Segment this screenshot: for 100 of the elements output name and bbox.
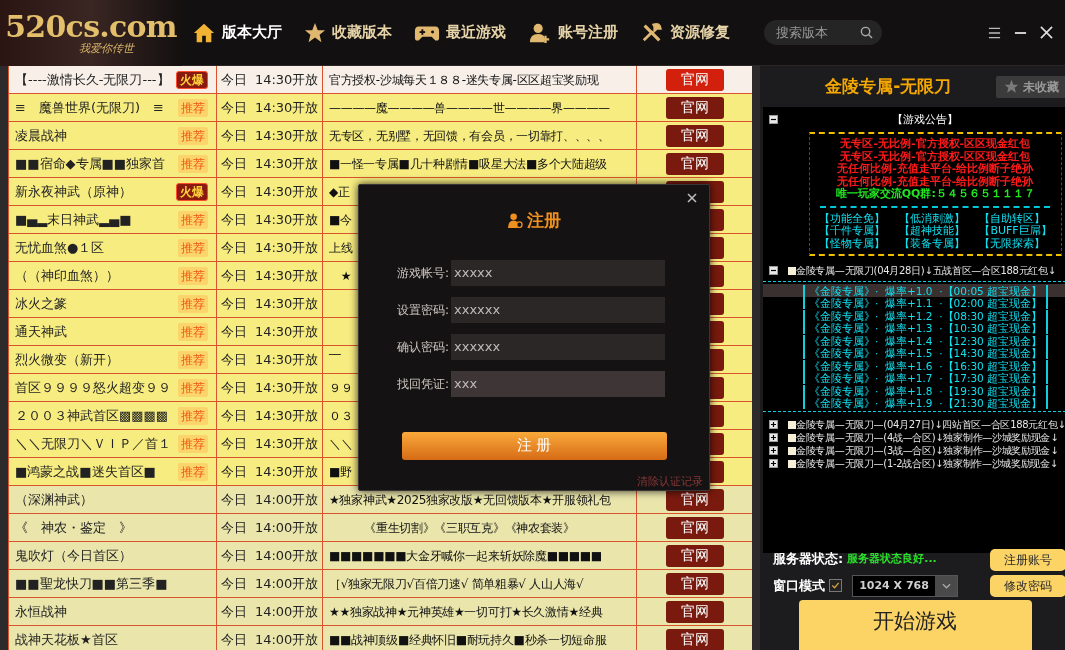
server-name: 战神天花板★首区 bbox=[15, 630, 118, 649]
expand-icon[interactable] bbox=[769, 459, 778, 469]
server-name: 永恒战神 bbox=[15, 602, 67, 621]
notice-item[interactable]: 金陵专属—无限刀—(1-2战合区)↓独家制作—沙城奖励现金↓ bbox=[796, 457, 1058, 471]
menu-icon[interactable] bbox=[988, 26, 1001, 39]
open-time: 今日 14:30开放 bbox=[220, 406, 319, 425]
recommend-badge: 推荐 bbox=[178, 127, 208, 145]
check-icon bbox=[831, 581, 840, 591]
open-time: 今日 14:30开放 bbox=[220, 266, 319, 285]
server-description: ★独家神武★2025独家改版★无回馈版本★开服领礼包 bbox=[329, 491, 611, 509]
recommend-badge: 推荐 bbox=[178, 99, 208, 117]
input-field[interactable]: xxxxx bbox=[451, 259, 665, 286]
schedule-row[interactable]: 《金陵专属》· 爆率+1.9 ·【21:30 超宝现金】 bbox=[763, 396, 1065, 410]
nav-tab[interactable]: 账号注册 bbox=[528, 14, 618, 51]
input-field[interactable]: xxxxxx bbox=[451, 296, 665, 323]
server-name: 鬼吹灯（今日首区） bbox=[15, 546, 132, 565]
field-label: 找回凭证: bbox=[395, 375, 449, 393]
recommend-badge: 推荐 bbox=[178, 463, 208, 481]
server-description: ————魔————兽————世————界———— bbox=[329, 99, 610, 117]
recommend-badge: 推荐 bbox=[178, 295, 208, 313]
window-mode-checkbox[interactable] bbox=[829, 579, 842, 593]
game-title: 金陵专属-无限刀 bbox=[824, 74, 953, 98]
search-field[interactable]: 搜索版本 bbox=[764, 20, 882, 45]
notice-item[interactable]: 金陵专属—无限刀—(3战—合区)↓独家制作—沙城奖励现金↓ bbox=[796, 444, 1059, 458]
website-button[interactable]: 官网 bbox=[666, 516, 724, 539]
nav-tab[interactable]: 资源修复 bbox=[640, 14, 730, 51]
minimize-icon[interactable] bbox=[1014, 30, 1027, 35]
website-button[interactable]: 官网 bbox=[666, 152, 724, 175]
server-description: ［√独家无限刀√百倍刀速√ 简单粗暴√ 人山人海√ bbox=[329, 575, 584, 593]
schedule-row[interactable]: 《金陵专属》· 爆率+1.2 ·【08:30 超宝现金】 bbox=[763, 309, 1065, 322]
feature-tag: 【超神技能】 bbox=[899, 225, 972, 238]
resolution-select[interactable]: 1024 X 768 bbox=[852, 574, 958, 597]
server-description: ‾‾ bbox=[329, 351, 341, 369]
website-button[interactable]: 官网 bbox=[666, 572, 724, 595]
favorite-button[interactable]: 未收藏 bbox=[995, 75, 1065, 98]
recommend-badge: 推荐 bbox=[178, 379, 208, 397]
website-button[interactable]: 官网 bbox=[666, 600, 724, 623]
server-name: ■▄▂末日神武▂▄■ bbox=[15, 210, 132, 229]
server-name: 无忧血煞●１区 bbox=[15, 238, 105, 257]
nav-tab[interactable]: 最近游戏 bbox=[414, 14, 506, 51]
schedule-row[interactable]: 《金陵专属》· 爆率+1.7 ·【17:30 超宝现金】 bbox=[763, 371, 1065, 385]
notice-item[interactable]: 金陵专属—无限刀—(04月27日)↓四站首区—合区188元红包↓ bbox=[796, 418, 1065, 432]
feature-tag: 【低消刺激】 bbox=[899, 212, 972, 226]
website-button[interactable]: 官网 bbox=[666, 68, 724, 91]
account-button[interactable]: 注册账号 bbox=[989, 549, 1065, 571]
announcement-line: 唯一玩家交流QQ群:５４５６５１１１７ bbox=[835, 188, 1035, 201]
square-marker bbox=[788, 446, 796, 455]
website-button[interactable]: 官网 bbox=[666, 544, 724, 567]
feature-tag: 【无限探索】 bbox=[979, 237, 1052, 251]
input-field[interactable]: xxx bbox=[451, 370, 665, 397]
website-button[interactable]: 官网 bbox=[666, 96, 724, 119]
notice-item[interactable]: 金陵专属—无限刀—(4战—合区)↓独家制作—沙城奖励现金↓ bbox=[796, 431, 1059, 445]
nav-tab[interactable]: 版本大厅 bbox=[192, 14, 282, 51]
open-time: 今日 14:00开放 bbox=[220, 518, 319, 537]
open-time: 今日 14:30开放 bbox=[220, 182, 319, 201]
nav-tab[interactable]: 收藏版本 bbox=[304, 14, 392, 51]
website-button[interactable]: 官网 bbox=[666, 124, 724, 147]
open-time: 今日 14:00开放 bbox=[220, 546, 319, 565]
collapse-icon[interactable] bbox=[769, 266, 778, 276]
open-time: 今日 14:30开放 bbox=[220, 126, 319, 145]
status-label: 服务器状态: bbox=[773, 550, 844, 569]
server-description: 上线 bbox=[329, 239, 353, 257]
server-description: ■■■■■■■大金牙喊你一起来斩妖除魔■■■■■ bbox=[329, 547, 602, 565]
announcement-line: 无专区-无比例-官方授权-区区现金红包 bbox=[840, 138, 1031, 151]
close-icon[interactable] bbox=[1040, 26, 1053, 39]
open-time: 今日 14:30开放 bbox=[220, 210, 319, 229]
expand-icon[interactable] bbox=[769, 433, 778, 443]
schedule-row[interactable]: 《金陵专属》· 爆率+1.8 ·【19:30 超宝现金】 bbox=[763, 384, 1065, 397]
logo-text: 520cs.com bbox=[5, 10, 177, 43]
expand-icon[interactable] bbox=[769, 420, 778, 430]
account-button[interactable]: 修改密码 bbox=[989, 575, 1065, 597]
start-game-button[interactable]: 开始游戏 bbox=[798, 600, 1032, 650]
input-field[interactable]: xxxxxx bbox=[451, 333, 665, 360]
server-name: 凌晨战神 bbox=[15, 126, 67, 145]
field-label: 设置密码: bbox=[395, 301, 449, 319]
notice-item[interactable]: 金陵专属—无限刀(04月28日)↓五战首区—合区188元红包↓ bbox=[796, 264, 1056, 278]
hot-badge: 火爆 bbox=[176, 71, 208, 89]
schedule-row[interactable]: 《金陵专属》· 爆率+1.0 ·【00:05 超宝现金】 bbox=[763, 284, 1065, 297]
star-icon bbox=[1004, 79, 1019, 95]
chevron-down-icon bbox=[941, 582, 951, 589]
announcement-line: 无任何比例-充值走平台-给比例断子绝孙 bbox=[837, 175, 1034, 188]
open-time: 今日 14:00开放 bbox=[220, 490, 319, 509]
open-time: 今日 14:30开放 bbox=[220, 238, 319, 257]
close-icon[interactable] bbox=[687, 193, 697, 203]
feature-tag: 【装备专属】 bbox=[899, 237, 972, 251]
schedule-row[interactable]: 《金陵专属》· 爆率+1.4 ·【12:30 超宝现金】 bbox=[763, 334, 1065, 347]
server-name: ≡ 魔兽世界(无限刀) ≡ bbox=[15, 98, 164, 117]
server-name: ■■宿命◆专属■■独家首 bbox=[15, 154, 166, 173]
server-name: ２００３神武首区▩▩▩▩ bbox=[15, 406, 169, 425]
website-button[interactable]: 官网 bbox=[666, 628, 724, 650]
collapse-icon[interactable] bbox=[769, 115, 778, 125]
server-description: ０３ bbox=[329, 407, 353, 425]
schedule-row[interactable]: 《金陵专属》· 爆率+1.5 ·【14:30 超宝现金】 bbox=[763, 346, 1065, 360]
server-name: ＼＼无限刀＼ＶＩＰ／首１ bbox=[15, 434, 171, 453]
announcement-line: 无任何比例-充值走平台-给比例断子绝孙 bbox=[837, 163, 1034, 176]
schedule-row[interactable]: 《金陵专属》· 爆率+1.6 ·【16:30 超宝现金】 bbox=[763, 359, 1065, 372]
home-icon bbox=[192, 21, 216, 44]
expand-icon[interactable] bbox=[769, 446, 778, 456]
schedule-row[interactable]: 《金陵专属》· 爆率+1.1 ·【02:00 超宝现金】 bbox=[763, 296, 1065, 310]
schedule-row[interactable]: 《金陵专属》· 爆率+1.3 ·【10:30 超宝现金】 bbox=[763, 321, 1065, 335]
